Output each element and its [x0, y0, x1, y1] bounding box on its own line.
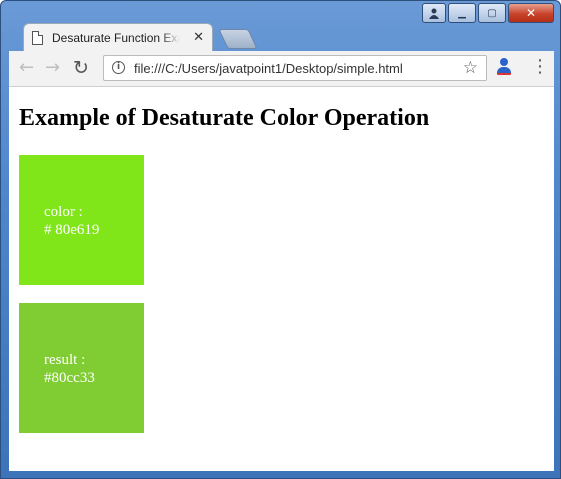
- info-icon[interactable]: i: [112, 61, 125, 74]
- document-icon: [32, 30, 43, 45]
- result-color-box: result : #80cc33: [19, 303, 144, 433]
- tab-close-icon[interactable]: ✕: [193, 30, 204, 45]
- color-value: # 80e619: [44, 222, 100, 238]
- window-controls: ▁ ▢ ✕: [422, 3, 554, 23]
- kebab-menu-icon[interactable]: ⋮: [531, 57, 549, 77]
- close-window-button[interactable]: ✕: [508, 3, 554, 23]
- user-profile-button[interactable]: [422, 3, 446, 23]
- page-viewport: Example of Desaturate Color Operation co…: [9, 87, 554, 471]
- tab-title: Desaturate Function Exam: [52, 30, 180, 45]
- new-tab-button[interactable]: [218, 29, 258, 49]
- page-title: Example of Desaturate Color Operation: [19, 105, 430, 131]
- tab-strip: Desaturate Function Exam ✕: [9, 21, 549, 51]
- forward-arrow-icon[interactable]: →: [45, 58, 60, 78]
- back-arrow-icon[interactable]: ←: [19, 58, 34, 78]
- original-color-box: color : # 80e619: [19, 155, 144, 285]
- minimize-button[interactable]: ▁: [448, 3, 476, 23]
- address-bar[interactable]: i file:///C:/Users/javatpoint1/Desktop/s…: [103, 55, 487, 81]
- user-icon: [429, 8, 439, 19]
- tab-desaturate-function[interactable]: Desaturate Function Exam ✕: [23, 23, 213, 51]
- browser-toolbar: ← → ↻ i file:///C:/Users/javatpoint1/Des…: [9, 51, 554, 87]
- reload-icon[interactable]: ↻: [73, 58, 89, 78]
- color-label: color :: [44, 204, 83, 220]
- browser-window: ▁ ▢ ✕ Desaturate Function Exam ✕ ← → ↻ i…: [0, 0, 561, 479]
- result-label: result :: [44, 352, 86, 368]
- maximize-button[interactable]: ▢: [478, 3, 506, 23]
- result-value: #80cc33: [44, 370, 95, 386]
- star-icon[interactable]: ☆: [463, 58, 478, 78]
- url-text[interactable]: file:///C:/Users/javatpoint1/Desktop/sim…: [134, 61, 403, 76]
- user-extension-icon[interactable]: [497, 58, 511, 76]
